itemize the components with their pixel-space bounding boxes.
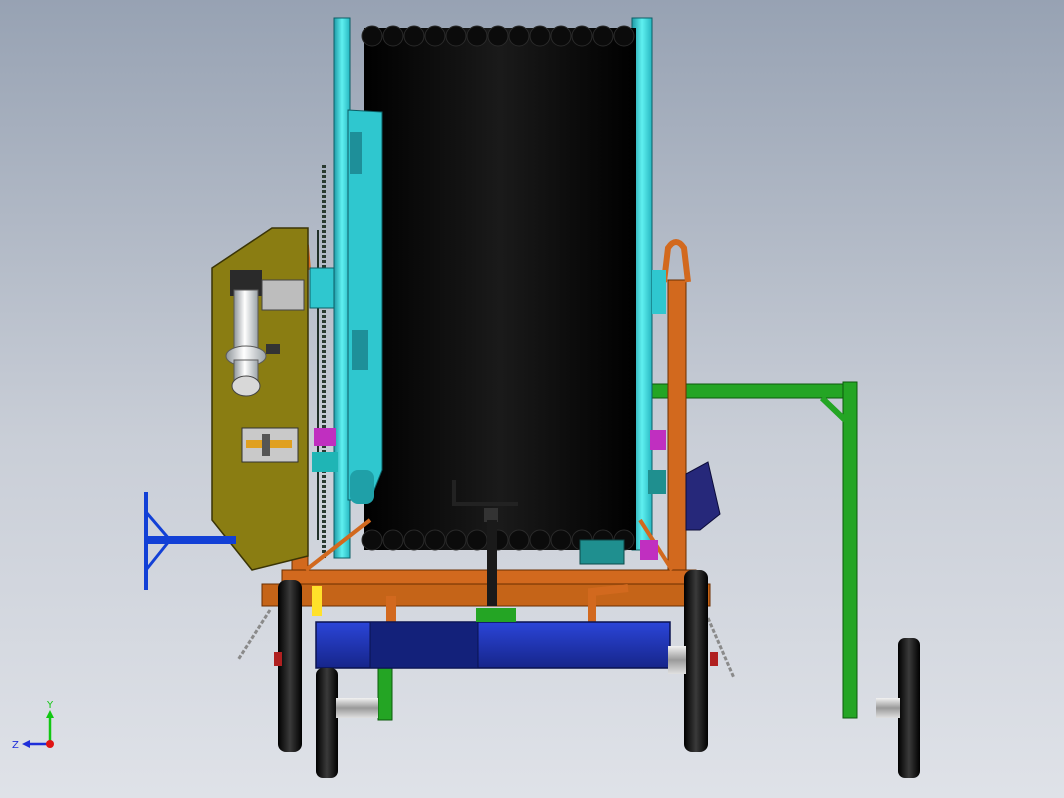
chassis-beam (315, 608, 671, 669)
hose-reel-machine-drawing: Y Z (12, 17, 920, 778)
hose-coil-top (445, 25, 467, 47)
hose-coil-top (508, 25, 530, 47)
hose-coil-top (571, 25, 593, 47)
hose-coil-top (382, 25, 404, 47)
hose-coil-top (361, 25, 383, 47)
hose-coil-top (592, 25, 614, 47)
hose-coil-bottom (445, 529, 467, 551)
hose-coil-top (550, 25, 572, 47)
z-axis-arrow (22, 740, 30, 748)
cad-viewport: Y Z (0, 0, 1064, 798)
hose-drum (361, 25, 636, 551)
z-axis-label: Z (12, 740, 19, 751)
hose-coil-bottom (508, 529, 530, 551)
hose-coil-bottom (529, 529, 551, 551)
side-plate (685, 461, 721, 531)
coordinate-triad: Y Z (12, 700, 54, 751)
y-axis-label: Y (46, 700, 54, 711)
x-axis-dot (46, 740, 54, 748)
hose-coil-bottom (424, 529, 446, 551)
hose-coil-top (466, 25, 488, 47)
hose-coil-top (529, 25, 551, 47)
hose-coil-bottom (403, 529, 425, 551)
hose-coil-bottom (361, 529, 383, 551)
left-reflector (274, 652, 282, 666)
y-axis-arrow (46, 710, 54, 718)
hose-coil-bottom (550, 529, 572, 551)
drive-chain (317, 165, 326, 560)
hose-coil-bottom (466, 529, 488, 551)
outrigger-wheel (876, 638, 920, 778)
hose-coil-top (403, 25, 425, 47)
hose-coil-top (424, 25, 446, 47)
front-left-wheel (316, 668, 378, 778)
right-reflector (710, 652, 718, 666)
hose-coil-top (487, 25, 509, 47)
hose-coil-top (613, 25, 635, 47)
hose-coil-bottom (382, 529, 404, 551)
